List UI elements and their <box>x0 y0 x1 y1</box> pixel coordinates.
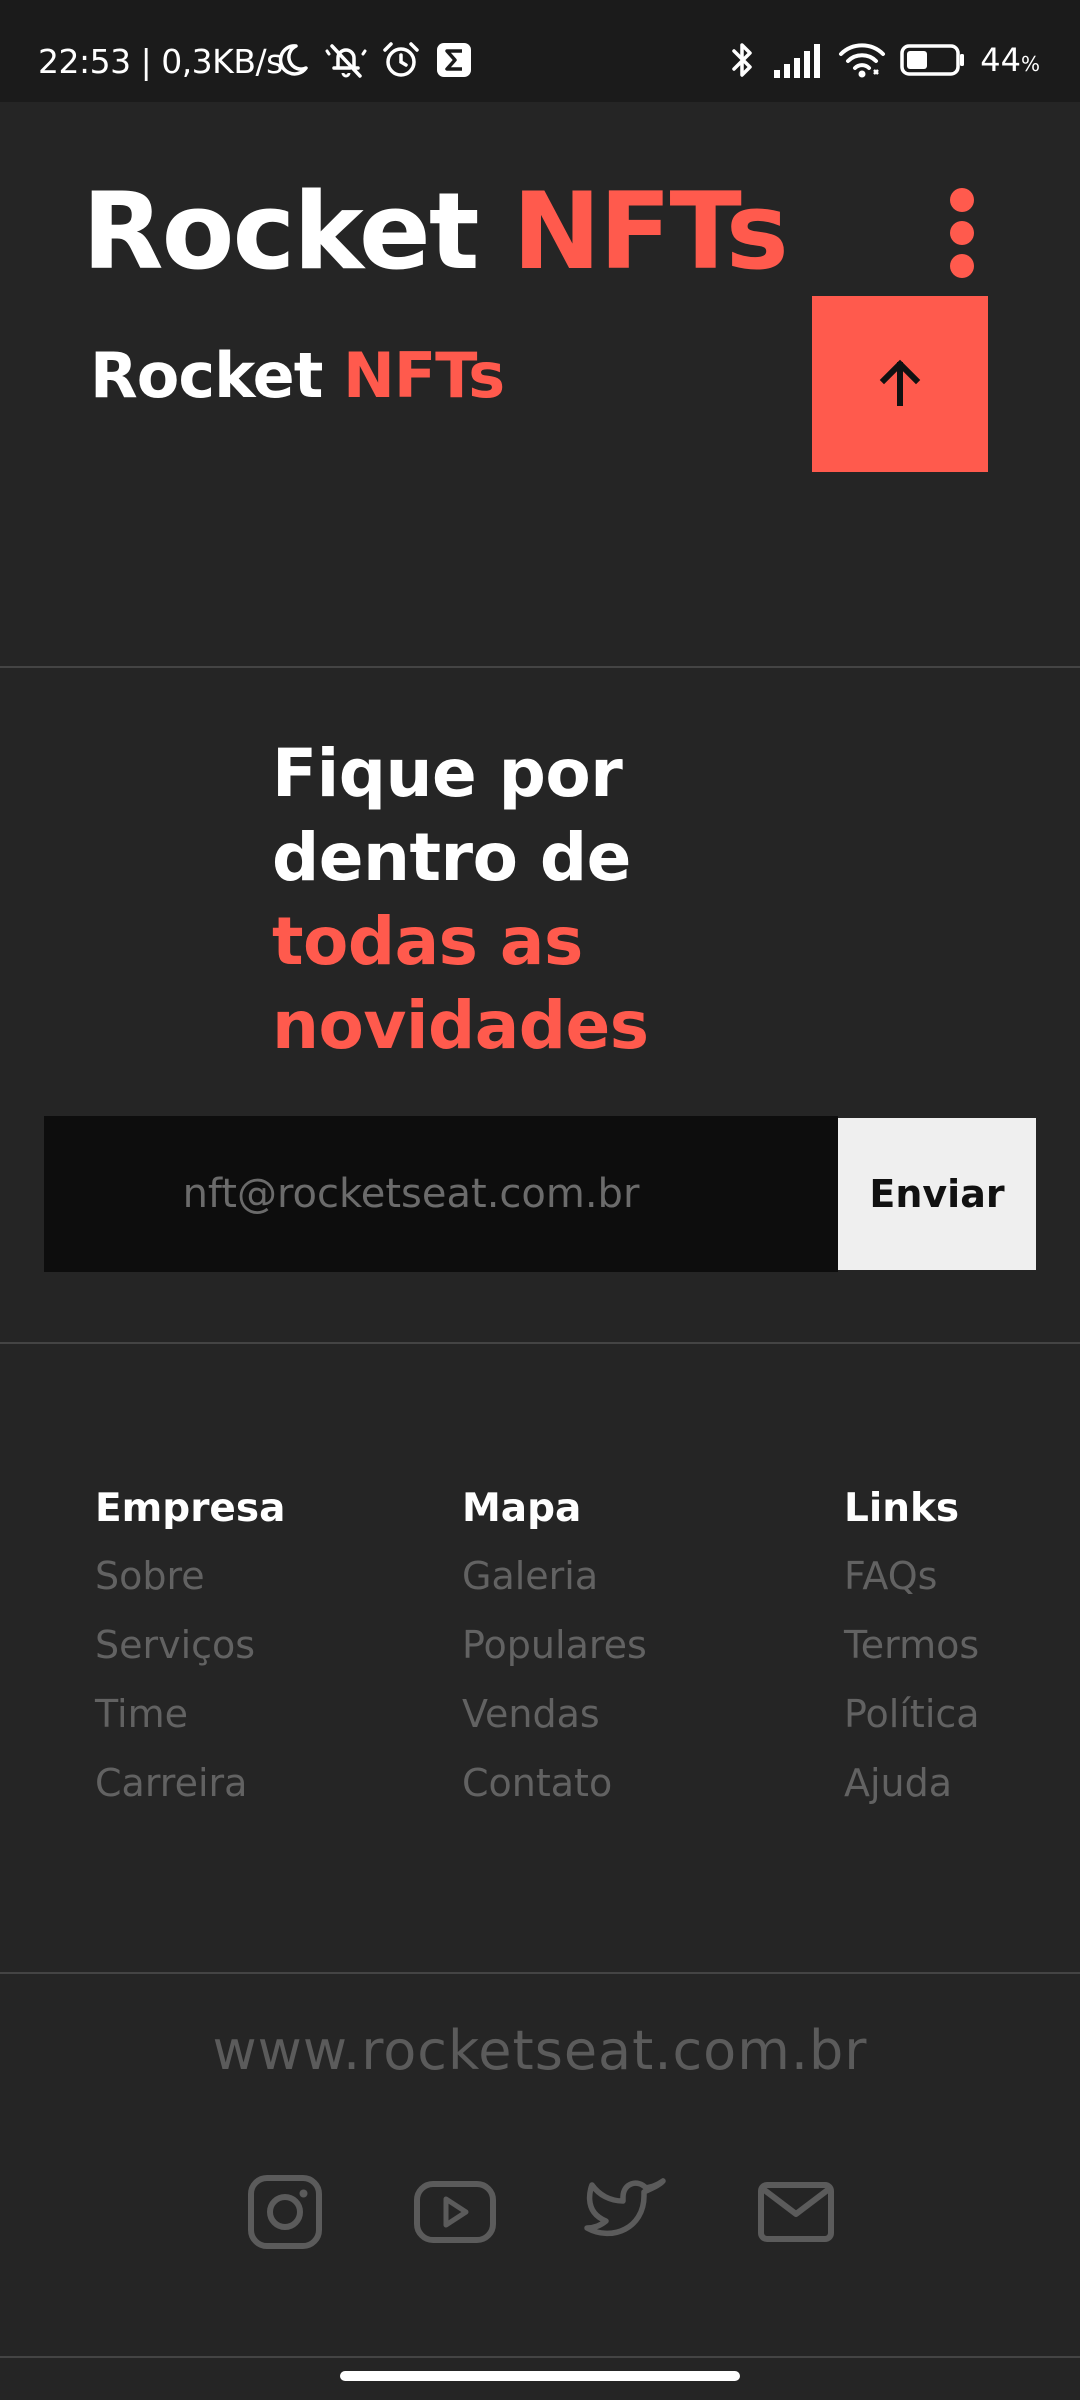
footer-link[interactable]: Carreira <box>95 1749 285 1818</box>
twitter-icon <box>584 2174 668 2254</box>
sub-brand-text-accent: NFTs <box>342 339 505 412</box>
footer-link[interactable]: Time <box>95 1680 285 1749</box>
footer-link[interactable]: Vendas <box>462 1680 647 1749</box>
footer-column-mapa: Mapa Galeria Populares Vendas Contato <box>462 1482 647 1818</box>
scroll-to-top-button[interactable] <box>812 296 988 472</box>
alarm-icon <box>380 39 422 85</box>
instagram-link[interactable] <box>243 2172 327 2256</box>
footer-column-links: Links FAQs Termos Política Ajuda <box>844 1482 980 1818</box>
menu-button[interactable] <box>940 188 984 278</box>
footer-column-heading: Links <box>844 1486 960 1531</box>
footer-link[interactable]: Ajuda <box>844 1749 980 1818</box>
website-link[interactable]: www.rocketseat.com.br <box>0 2016 1080 2086</box>
footer-column-empresa: Empresa Sobre Serviços Time Carreira <box>95 1482 285 1818</box>
section-divider <box>0 1972 1080 1974</box>
status-time: 22:53 | 0,3KB/s <box>38 42 283 81</box>
bluetooth-icon <box>728 39 758 85</box>
logo-text-accent: NFTs <box>512 170 788 293</box>
newsletter-title-line: Fique por <box>272 735 623 812</box>
mail-icon <box>756 2179 836 2249</box>
footer-link[interactable]: FAQs <box>844 1542 980 1611</box>
newsletter-title-accent-line: todas as <box>272 903 583 980</box>
footer-column-heading: Mapa <box>462 1486 582 1531</box>
youtube-link[interactable] <box>413 2172 497 2256</box>
wifi-icon <box>838 40 886 84</box>
footer-link[interactable]: Sobre <box>95 1542 285 1611</box>
newsletter-title: Fique por dentro de todas as novidades <box>272 732 649 1068</box>
logo-text-main: Rocket <box>82 170 479 293</box>
sub-brand-text-main: Rocket <box>90 339 323 412</box>
home-indicator[interactable] <box>340 2371 740 2381</box>
arrow-up-icon <box>870 353 930 416</box>
newsletter-email-input[interactable] <box>44 1116 838 1272</box>
footer-link-list: FAQs Termos Política Ajuda <box>844 1542 980 1818</box>
newsletter-title-accent-line: novidades <box>272 987 649 1064</box>
section-divider <box>0 666 1080 668</box>
screen: 22:53 | 0,3KB/s 44% Rocket NFTs Rocket N… <box>0 0 1080 2400</box>
footer-link[interactable]: Populares <box>462 1611 647 1680</box>
newsletter-submit-button[interactable]: Enviar <box>838 1118 1036 1270</box>
instagram-icon <box>245 2172 325 2256</box>
bottom-divider <box>0 2356 1080 2358</box>
footer-link[interactable]: Termos <box>844 1611 980 1680</box>
status-bar: 22:53 | 0,3KB/s 44% <box>0 0 1080 102</box>
footer-link-list: Galeria Populares Vendas Contato <box>462 1542 647 1818</box>
status-notification-icons <box>272 40 474 84</box>
footer-link[interactable]: Contato <box>462 1749 647 1818</box>
more-vertical-icon <box>950 221 974 245</box>
site-logo[interactable]: Rocket NFTs <box>82 162 789 302</box>
youtube-icon <box>412 2177 498 2251</box>
footer-link-list: Sobre Serviços Time Carreira <box>95 1542 285 1818</box>
social-links <box>0 2172 1080 2256</box>
footer-link[interactable]: Política <box>844 1680 980 1749</box>
footer-link[interactable]: Galeria <box>462 1542 647 1611</box>
battery-percent: 44% <box>980 41 1040 79</box>
silent-bell-icon <box>324 38 368 86</box>
footer-column-heading: Empresa <box>95 1486 286 1531</box>
sigma-app-icon <box>434 40 474 84</box>
moon-icon <box>272 40 312 84</box>
newsletter-title-line: dentro de <box>272 819 631 896</box>
cellular-signal-icon <box>772 40 824 84</box>
more-vertical-icon <box>950 188 974 212</box>
section-divider <box>0 1342 1080 1344</box>
more-vertical-icon <box>950 254 974 278</box>
sub-brand-title: Rocket NFTs <box>90 336 505 416</box>
twitter-link[interactable] <box>584 2172 668 2256</box>
battery-icon <box>900 42 966 82</box>
status-system-icons: 44% <box>728 40 1040 84</box>
footer-link[interactable]: Serviços <box>95 1611 285 1680</box>
email-link[interactable] <box>754 2172 838 2256</box>
